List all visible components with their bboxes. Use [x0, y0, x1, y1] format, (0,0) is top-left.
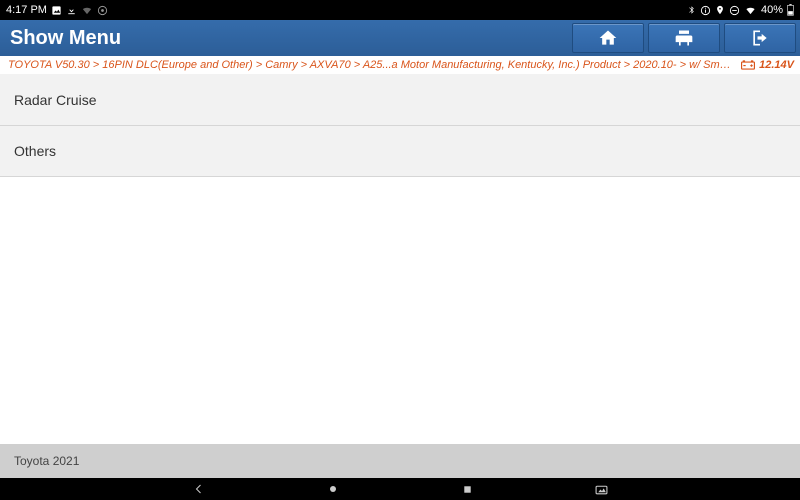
exit-icon [749, 28, 771, 48]
home-button[interactable] [572, 23, 644, 53]
voltage-value: 12.14V [759, 59, 794, 71]
status-left: 4:17 PM [6, 4, 108, 16]
list-item[interactable]: Radar Cruise [0, 74, 800, 126]
wifi-icon [744, 5, 757, 16]
list-item-label: Radar Cruise [14, 92, 96, 108]
footer-bar: Toyota 2021 [0, 444, 800, 478]
circle-icon [327, 483, 339, 495]
battery-voltage: 12.14V [741, 59, 794, 71]
battery-percent: 40% [761, 4, 783, 16]
nav-home-button[interactable] [321, 478, 345, 500]
exit-button[interactable] [724, 23, 796, 53]
square-icon [462, 484, 473, 495]
home-icon [597, 28, 619, 48]
dnd-icon [729, 5, 740, 16]
list-item[interactable]: Others [0, 125, 800, 177]
menu-list: Radar Cruise Others [0, 74, 800, 444]
app-header: Show Menu [0, 20, 800, 56]
breadcrumb: TOYOTA V50.30 > 16PIN DLC(Europe and Oth… [0, 56, 800, 74]
vehicle-label: Toyota 2021 [14, 454, 79, 468]
download-icon [66, 5, 77, 16]
car-battery-icon [741, 60, 755, 70]
printer-icon [673, 28, 695, 48]
bluetooth-icon [687, 4, 696, 16]
wifi-dim-icon [81, 5, 93, 16]
chevron-left-icon [193, 483, 205, 495]
page-title: Show Menu [10, 27, 572, 50]
android-nav-bar [0, 478, 800, 500]
list-item-label: Others [14, 143, 56, 159]
android-status-bar: 4:17 PM 40% [0, 0, 800, 20]
breadcrumb-text: TOYOTA V50.30 > 16PIN DLC(Europe and Oth… [8, 59, 735, 71]
nav-screenshot-button[interactable] [589, 478, 613, 500]
image-icon [51, 5, 62, 16]
status-time: 4:17 PM [6, 4, 47, 16]
status-right: 40% [687, 4, 794, 16]
screenshot-icon [595, 484, 608, 495]
battery-icon [787, 4, 794, 16]
target-icon [97, 5, 108, 16]
info-icon [700, 5, 711, 16]
location-icon [715, 4, 725, 16]
nav-recent-button[interactable] [455, 478, 479, 500]
nav-back-button[interactable] [187, 478, 211, 500]
print-button[interactable] [648, 23, 720, 53]
